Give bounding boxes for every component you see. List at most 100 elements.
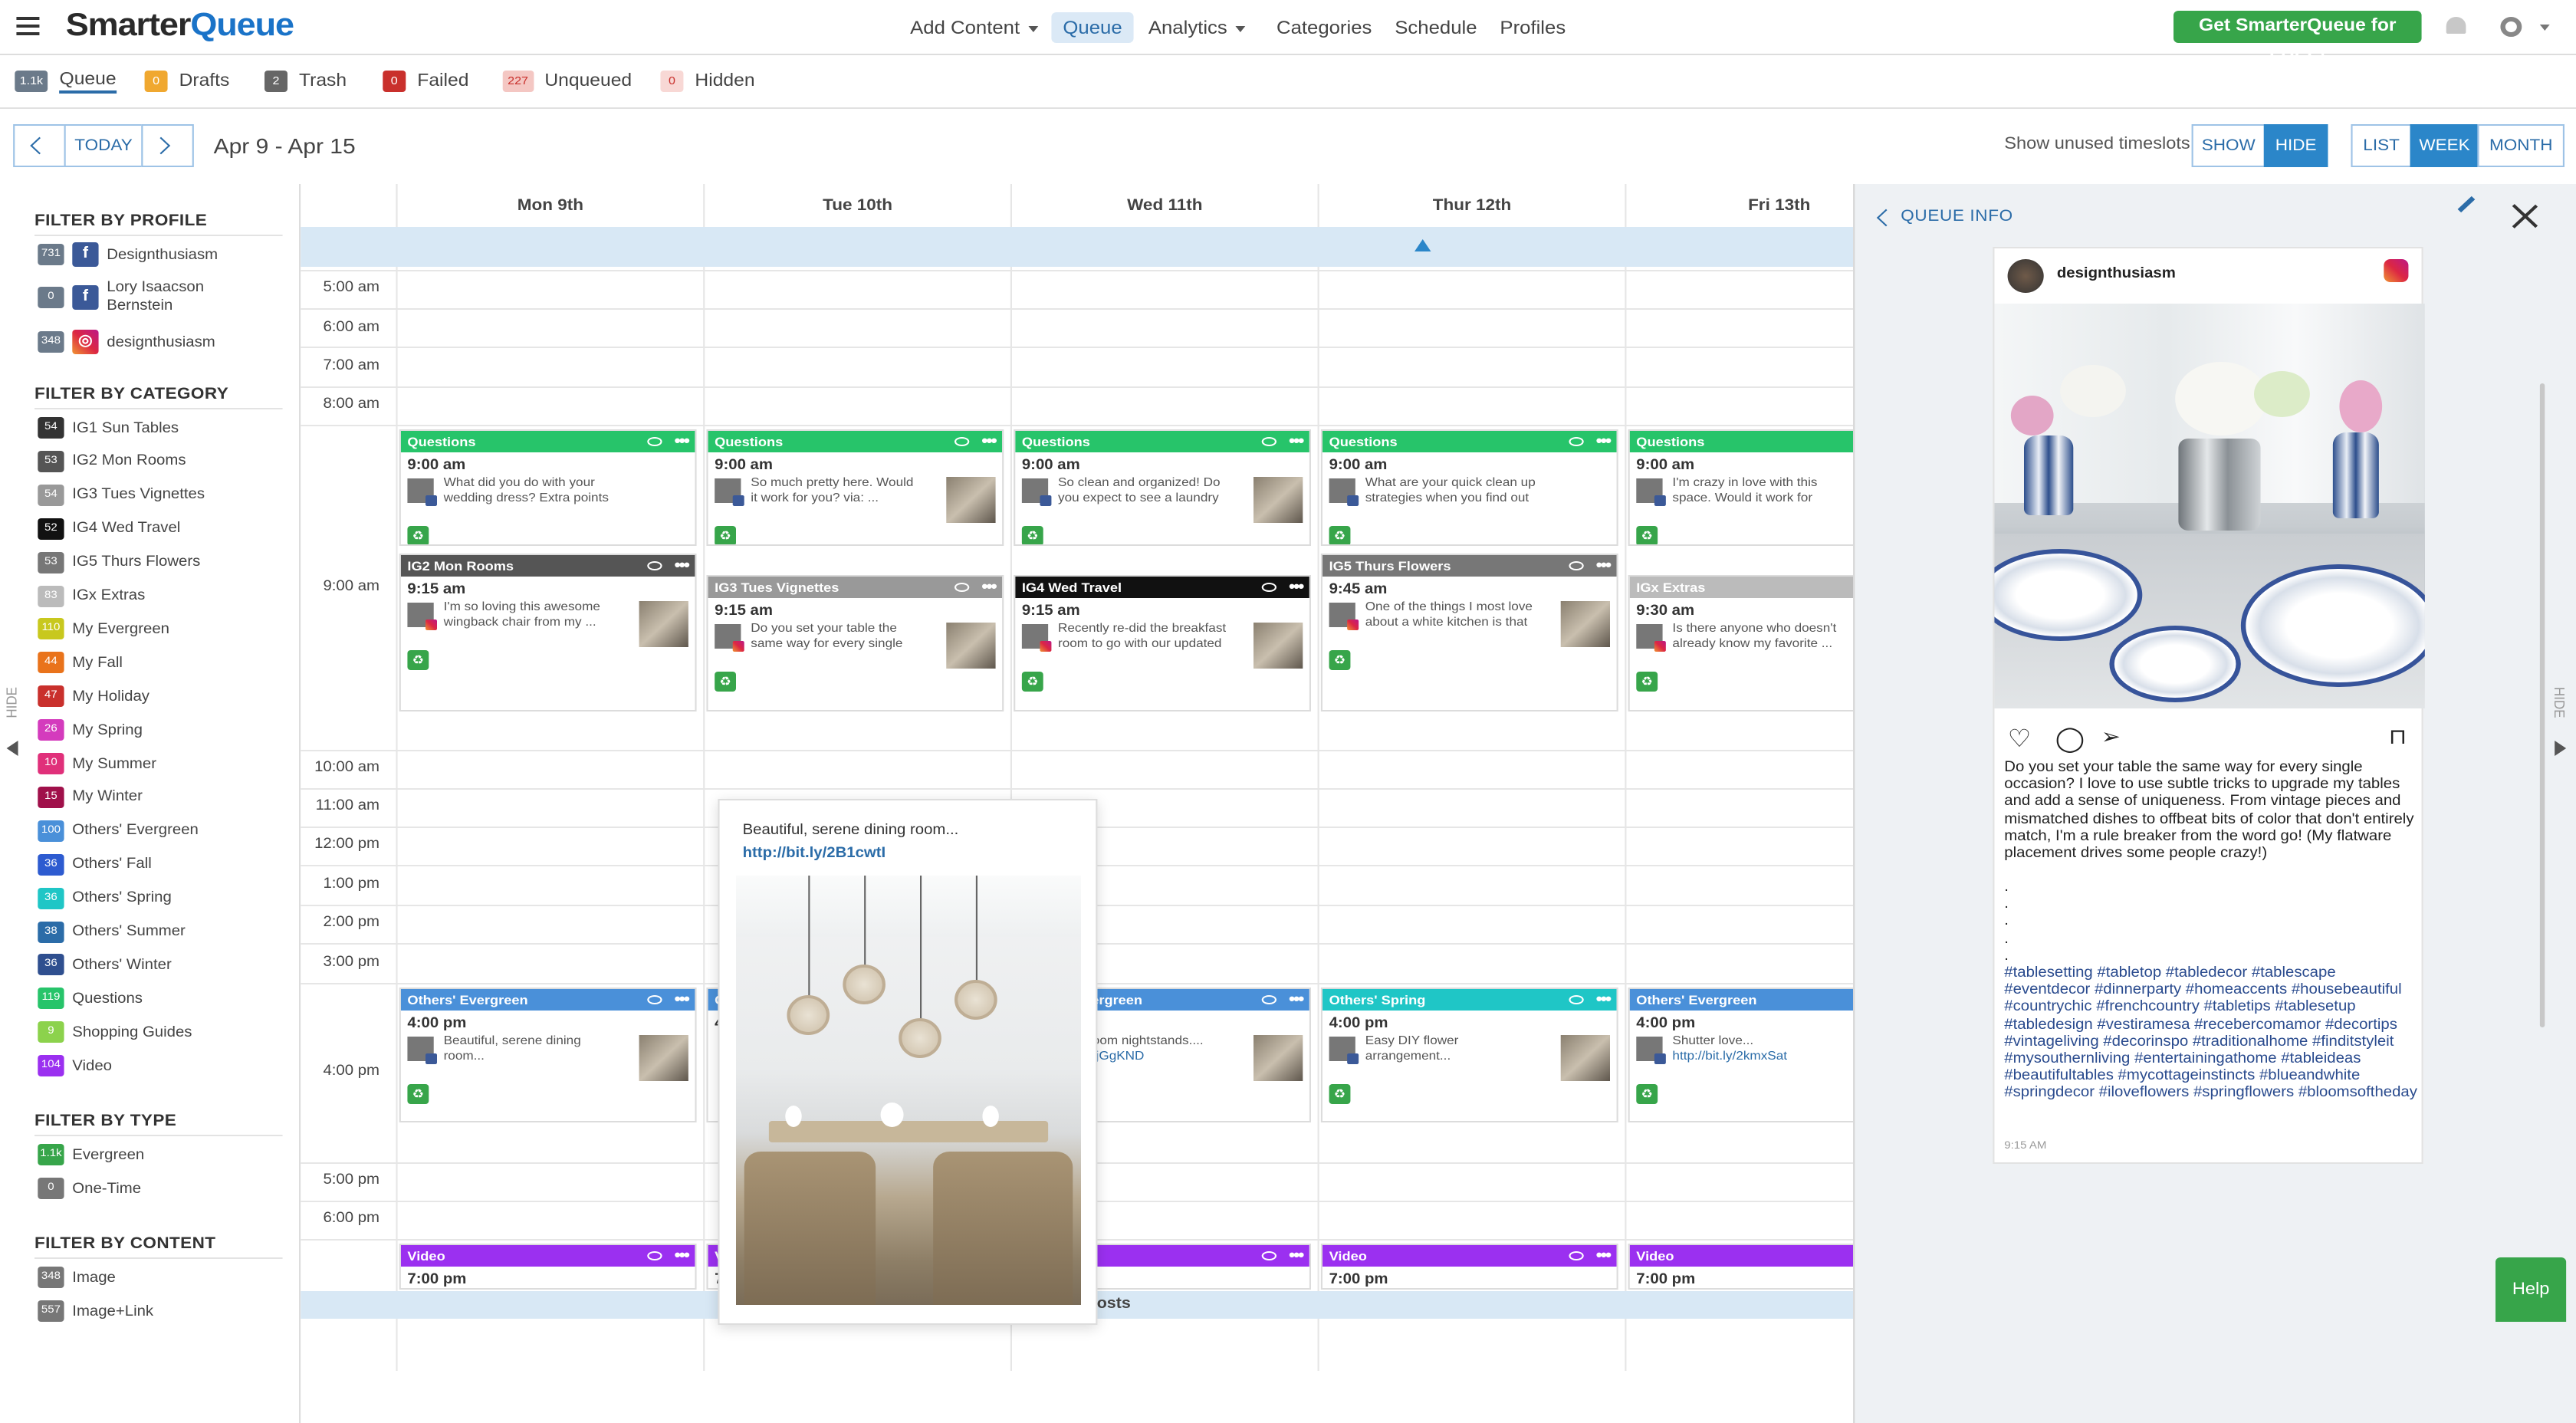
more-icon[interactable]: ••• bbox=[675, 555, 690, 577]
eye-icon[interactable] bbox=[1569, 561, 1584, 570]
content-filter-image[interactable]: 348 Image bbox=[38, 1267, 116, 1288]
logo[interactable]: SmarterQueue bbox=[66, 8, 294, 44]
tab-queue[interactable]: 1.1k Queue bbox=[15, 69, 117, 94]
more-icon[interactable]: ••• bbox=[675, 989, 690, 1011]
more-icon[interactable]: ••• bbox=[981, 577, 997, 598]
eye-icon[interactable] bbox=[1569, 995, 1584, 1004]
eye-icon[interactable] bbox=[647, 561, 662, 570]
month-view-button[interactable]: MONTH bbox=[2477, 124, 2564, 167]
type-filter-evergreen[interactable]: 1.1k Evergreen bbox=[38, 1144, 144, 1165]
category-filter-item[interactable]: 83 IGx Extras bbox=[38, 585, 145, 606]
post-card[interactable]: Questions••• 9:00 amI'm crazy in love wit… bbox=[1628, 429, 1854, 546]
category-filter-item[interactable]: 36 Others' Spring bbox=[38, 887, 172, 909]
category-filter-item[interactable]: 54 IG1 Sun Tables bbox=[38, 417, 179, 439]
eye-icon[interactable] bbox=[1569, 437, 1584, 446]
collapse-left-icon[interactable] bbox=[6, 741, 18, 756]
eye-icon[interactable] bbox=[647, 1251, 662, 1260]
content-filter-image-link[interactable]: 557 Image+Link bbox=[38, 1300, 153, 1322]
post-card[interactable]: IG5 Thurs Flowers ••• 9:45 am One of the th… bbox=[1320, 554, 1618, 712]
post-card[interactable]: Questions ••• 9:00 am What did you do with … bbox=[399, 429, 697, 546]
more-icon[interactable]: ••• bbox=[1289, 431, 1304, 452]
category-filter-item[interactable]: 47 My Holiday bbox=[38, 685, 150, 708]
post-card[interactable]: Video•••7:00 pm bbox=[1628, 1244, 1854, 1290]
eye-icon[interactable] bbox=[1569, 1251, 1584, 1260]
more-icon[interactable]: ••• bbox=[1289, 989, 1304, 1011]
help-button[interactable]: Help bbox=[2496, 1257, 2567, 1322]
nav-categories[interactable]: Categories bbox=[1265, 12, 1383, 43]
hide-panel-toggle[interactable]: HIDE bbox=[2551, 687, 2568, 718]
category-filter-item[interactable]: 10 My Summer bbox=[38, 753, 156, 774]
type-filter-one-time[interactable]: 0 One-Time bbox=[38, 1178, 141, 1199]
category-filter-item[interactable]: 9 Shopping Guides bbox=[38, 1021, 192, 1043]
category-filter-item[interactable]: 52 IG4 Wed Travel bbox=[38, 518, 180, 540]
category-filter-item[interactable]: 53 IG2 Mon Rooms bbox=[38, 450, 186, 472]
bookmark-icon[interactable]: ⊓ bbox=[2389, 724, 2407, 750]
more-icon[interactable]: ••• bbox=[675, 431, 690, 452]
close-icon[interactable] bbox=[2512, 204, 2538, 228]
category-filter-item[interactable]: 15 My Winter bbox=[38, 786, 143, 808]
menu-icon[interactable] bbox=[16, 17, 40, 20]
today-button[interactable]: TODAY bbox=[64, 124, 143, 167]
hide-sidebar-toggle[interactable]: HIDE bbox=[3, 687, 19, 718]
expand-earlier-bar[interactable] bbox=[301, 227, 1854, 267]
tab-drafts[interactable]: 0 Drafts bbox=[144, 69, 229, 94]
post-card[interactable]: Video•••7:00 pm bbox=[1320, 1244, 1618, 1290]
tab-hidden[interactable]: 0 Hidden bbox=[660, 69, 755, 94]
more-icon[interactable]: ••• bbox=[1289, 1245, 1304, 1267]
more-icon[interactable]: ••• bbox=[981, 431, 997, 452]
category-filter-item[interactable]: 38 Others' Summer bbox=[38, 921, 186, 942]
post-card[interactable]: Others' Evergreen ••• 4:00 pm Beautiful, se… bbox=[399, 988, 697, 1122]
nav-analytics[interactable]: Analytics bbox=[1137, 12, 1257, 43]
bell-icon[interactable] bbox=[2446, 17, 2466, 34]
eye-icon[interactable] bbox=[1261, 995, 1276, 1004]
preview-link[interactable]: http://bit.ly/2B1cwtI bbox=[743, 845, 886, 862]
tab-trash[interactable]: 2 Trash bbox=[264, 69, 347, 94]
week-view-button[interactable]: WEEK bbox=[2410, 124, 2479, 167]
eye-icon[interactable] bbox=[1261, 1251, 1276, 1260]
category-filter-item[interactable]: 26 My Spring bbox=[38, 719, 143, 741]
category-filter-item[interactable]: 44 My Fall bbox=[38, 652, 123, 674]
eye-icon[interactable] bbox=[1261, 437, 1276, 446]
list-view-button[interactable]: LIST bbox=[2351, 124, 2412, 167]
chevron-down-icon[interactable] bbox=[2539, 25, 2550, 35]
queue-info-title[interactable]: QUEUE INFO bbox=[1901, 207, 2013, 225]
category-filter-item[interactable]: 110 My Evergreen bbox=[38, 618, 169, 640]
more-icon[interactable]: ••• bbox=[675, 1245, 690, 1267]
post-card[interactable]: IG4 Wed Travel ••• 9:15 am Recently re-did … bbox=[1014, 575, 1311, 712]
more-icon[interactable]: ••• bbox=[1289, 577, 1304, 598]
post-card[interactable]: Video•••7:00 pm bbox=[399, 1244, 697, 1290]
share-icon[interactable]: ➢ bbox=[2101, 724, 2121, 750]
category-filter-item[interactable]: 54 IG3 Tues Vignettes bbox=[38, 484, 205, 506]
nav-profiles[interactable]: Profiles bbox=[1488, 12, 1577, 43]
more-icon[interactable]: ••• bbox=[1596, 1245, 1612, 1267]
post-card[interactable]: IG2 Mon Rooms ••• 9:15 am I'm so loving thi… bbox=[399, 554, 697, 712]
category-filter-item[interactable]: 100 Others' Evergreen bbox=[38, 820, 199, 842]
category-filter-item[interactable]: 104 Video bbox=[38, 1055, 112, 1077]
collapse-right-icon[interactable] bbox=[2555, 741, 2567, 756]
show-button[interactable]: SHOW bbox=[2191, 124, 2266, 167]
eye-icon[interactable] bbox=[647, 995, 662, 1004]
post-card[interactable]: Questions ••• 9:00 am What are your quick c… bbox=[1320, 429, 1618, 546]
category-filter-item[interactable]: 53 IG5 Thurs Flowers bbox=[38, 551, 200, 573]
prev-week-button[interactable] bbox=[13, 124, 66, 167]
tab-unqueued[interactable]: 227 Unqueued bbox=[502, 69, 632, 94]
post-card[interactable]: IG3 Tues Vignettes ••• 9:15 am Do you set y… bbox=[706, 575, 1004, 712]
eye-icon[interactable] bbox=[955, 583, 970, 592]
eye-icon[interactable] bbox=[1261, 583, 1276, 592]
eye-icon[interactable] bbox=[955, 437, 970, 446]
panel-scrollbar[interactable] bbox=[2539, 383, 2545, 1027]
tab-failed[interactable]: 0 Failed bbox=[383, 69, 468, 94]
post-card[interactable]: Questions ••• 9:00 am So much pretty here. … bbox=[706, 429, 1004, 546]
category-filter-item[interactable]: 36 Others' Fall bbox=[38, 853, 152, 876]
eye-icon[interactable] bbox=[647, 437, 662, 446]
category-filter-item[interactable]: 36 Others' Winter bbox=[38, 954, 172, 976]
next-week-button[interactable] bbox=[141, 124, 194, 167]
heart-icon[interactable]: ♡ bbox=[2008, 724, 2032, 754]
category-filter-item[interactable]: 119 Questions bbox=[38, 988, 143, 1010]
get-smarterqueue-button[interactable]: Get SmarterQueue for FREE! bbox=[2174, 11, 2422, 67]
card-link[interactable]: http://bit.ly/2kmxSat bbox=[1672, 1049, 1787, 1063]
gear-icon[interactable] bbox=[2500, 17, 2522, 37]
more-icon[interactable]: ••• bbox=[1596, 989, 1612, 1011]
comment-icon[interactable]: ◯ bbox=[2055, 724, 2085, 754]
profile-filter-lory[interactable]: 0 f Lory Isaacson Bernstein bbox=[38, 279, 204, 316]
